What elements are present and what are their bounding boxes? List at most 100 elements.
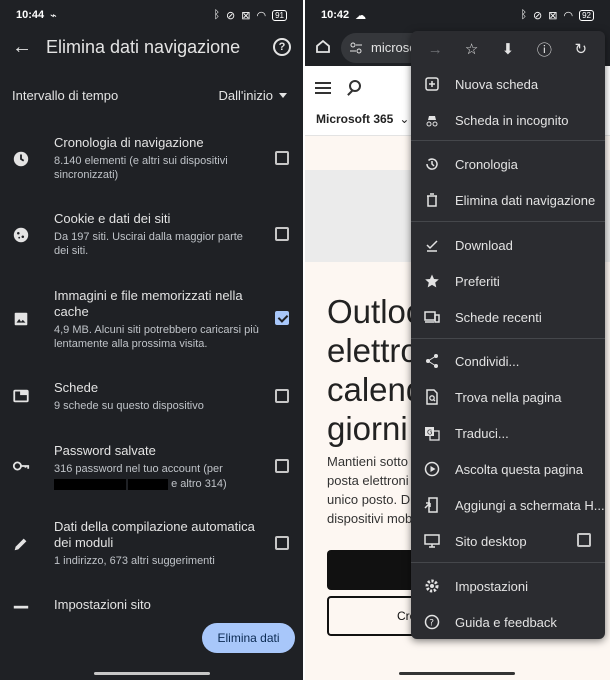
dropdown-arrow-icon[interactable] (279, 92, 287, 98)
desktop-icon (424, 533, 440, 549)
para-line: posta elettroni (327, 473, 409, 488)
menu-item-translate[interactable]: G Traduci... (411, 418, 605, 448)
option-title: Immagini e file memorizzati nella cache (54, 288, 243, 319)
share-icon (424, 353, 440, 369)
menu-item-clear-data[interactable]: Elimina dati navigazione (411, 185, 605, 215)
menu-item-help[interactable]: ? Guida e feedback (411, 607, 605, 637)
redaction-box (128, 478, 168, 490)
clock-icon (13, 151, 29, 167)
home-icon[interactable] (315, 38, 331, 54)
checkbox-checked[interactable] (275, 311, 289, 325)
help-icon[interactable]: ? (273, 38, 291, 56)
checkbox[interactable] (275, 459, 289, 473)
translate-icon: G (424, 425, 440, 441)
image-icon (14, 312, 28, 326)
redacted-line: e altro 314) (54, 477, 259, 491)
menu-item-recent-tabs[interactable]: Schede recenti (411, 302, 605, 332)
option-title: Schede (54, 380, 99, 395)
menu-label: Elimina dati navigazione (455, 192, 596, 208)
gesture-handle[interactable] (94, 672, 210, 675)
desktop-site-checkbox[interactable] (577, 533, 591, 547)
option-browsing-history[interactable]: Cronologia di navigazione 8.140 elementi… (0, 130, 303, 192)
checkbox[interactable] (275, 227, 289, 241)
menu-item-settings[interactable]: Impostazioni (411, 571, 605, 601)
option-subtitle: 4,9 MB. Alcuni siti potrebbero caricarsi… (54, 324, 259, 350)
option-title: Cronologia di navigazione (54, 135, 204, 150)
nosim-icon: ⊠ (241, 9, 251, 22)
option-cookies[interactable]: Cookie e dati dei siti Da 197 siti. Usci… (0, 205, 303, 267)
option-title: Dati della compilazione automatica dei m… (54, 519, 255, 550)
option-subtitle: 9 schede su questo dispositivo (54, 400, 204, 412)
option-title: Cookie e dati dei siti (54, 211, 171, 226)
para-line: Mantieni sotto (327, 454, 408, 469)
menu-item-add-home[interactable]: Aggiungi a schermata H... (411, 490, 605, 520)
status-time: 10:42 (321, 9, 350, 21)
clear-data-button[interactable]: Elimina dati (202, 623, 295, 653)
star-filled-icon (424, 273, 440, 289)
gesture-handle[interactable] (399, 672, 515, 675)
menu-item-history[interactable]: Cronologia (411, 149, 605, 179)
menu-item-new-tab[interactable]: Nuova scheda (411, 69, 605, 99)
menu-label: Nuova scheda (455, 76, 539, 92)
menu-item-share[interactable]: Condividi... (411, 346, 605, 376)
site-settings-icon[interactable] (350, 42, 362, 54)
product-menu[interactable]: Microsoft 365 ⌄ (316, 112, 409, 126)
menu-item-find[interactable]: Trova nella pagina (411, 382, 605, 412)
star-icon[interactable]: ☆ (461, 38, 483, 60)
svg-text:?: ? (429, 619, 434, 629)
checkbox[interactable] (275, 389, 289, 403)
menu-item-bookmarks[interactable]: Preferiti (411, 266, 605, 296)
option-tabs[interactable]: Schede 9 schede su questo dispositivo (0, 372, 303, 420)
info-icon[interactable]: ⓘ (533, 38, 555, 60)
menu-item-listen[interactable]: Ascolta questa pagina (411, 454, 605, 484)
devices-icon (424, 309, 440, 325)
menu-label: Traduci... (455, 425, 509, 441)
search-icon[interactable] (349, 80, 361, 92)
option-subtitle: 1 indirizzo, 673 altri suggerimenti (54, 555, 215, 567)
status-bar: 10:44 ⌁ ᛒ ⊘ ⊠ ◠ 91 (0, 0, 303, 30)
menu-item-incognito[interactable]: Scheda in incognito (411, 105, 605, 135)
option-title: Password salvate (54, 443, 156, 458)
time-range-value[interactable]: Dall'inizio (218, 88, 273, 103)
menu-label: Preferiti (455, 273, 500, 289)
cloud-icon: ☁ (355, 9, 367, 22)
menu-item-desktop-site[interactable]: Sito desktop (411, 526, 605, 556)
wifi-icon: ◠ (563, 9, 574, 22)
pencil-icon (14, 538, 27, 551)
help-icon: ? (424, 614, 440, 630)
download-icon[interactable]: ⬇ (497, 38, 519, 60)
menu-label: Download (455, 237, 513, 253)
time-range-row[interactable]: Intervallo di tempo Dall'inizio (0, 64, 303, 126)
status-bar: 10:42 ☁ ᛒ ⊘ ⊠ ◠ 92 (305, 0, 610, 30)
forward-icon[interactable]: → (424, 38, 446, 60)
clear-data-screen: 10:44 ⌁ ᛒ ⊘ ⊠ ◠ 91 ← Elimina dati naviga… (0, 0, 303, 680)
bluetooth-icon: ᛒ (520, 9, 528, 21)
tab-icon (13, 389, 29, 403)
menu-label: Ascolta questa pagina (455, 461, 583, 477)
refresh-icon[interactable]: ↻ (570, 38, 592, 60)
status-time: 10:44 (16, 9, 45, 21)
svg-text:G: G (427, 429, 432, 437)
checkbox[interactable] (275, 536, 289, 550)
option-site-settings[interactable]: Impostazioni sito (0, 592, 303, 612)
menu-label: Cronologia (455, 156, 518, 172)
menu-label: Aggiungi a schermata H... (455, 497, 605, 513)
chevron-down-icon: ⌄ (399, 112, 410, 126)
battery-icon: 92 (579, 9, 594, 21)
menu-label: Schede recenti (455, 309, 542, 325)
battery-icon: 91 (272, 9, 287, 21)
option-subtitle: Da 197 siti. Uscirai dalla maggior parte… (54, 231, 243, 257)
menu-label: Sito desktop (455, 533, 527, 549)
incognito-icon (424, 112, 440, 128)
back-arrow-icon[interactable]: ← (12, 36, 32, 59)
option-passwords[interactable]: Password salvate 316 password nel tuo ac… (0, 437, 303, 499)
option-autofill[interactable]: Dati della compilazione automatica dei m… (0, 513, 303, 575)
product-name: Microsoft 365 (316, 112, 394, 126)
hamburger-menu-icon[interactable] (315, 82, 331, 97)
menu-separator (411, 338, 605, 339)
find-icon (424, 389, 440, 405)
menu-item-downloads[interactable]: Download (411, 230, 605, 260)
checkbox[interactable] (275, 151, 289, 165)
add-home-icon (424, 497, 440, 513)
option-cache[interactable]: Immagini e file memorizzati nella cache … (0, 282, 303, 354)
